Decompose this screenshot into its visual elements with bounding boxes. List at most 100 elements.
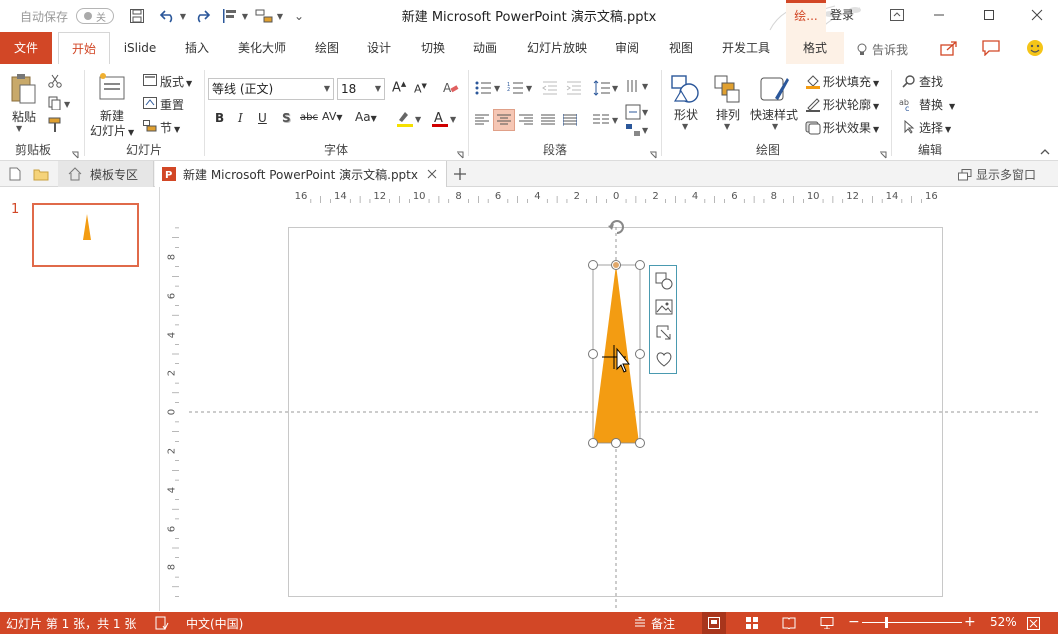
login-link[interactable]: 登录 — [830, 6, 854, 23]
comment-icon[interactable] — [982, 40, 1000, 56]
notes-button[interactable]: 备注 — [651, 615, 675, 632]
paste-label[interactable]: 粘贴 — [12, 108, 36, 125]
document-tab[interactable]: P 新建 Microsoft PowerPoint 演示文稿.pptx — [155, 161, 447, 188]
minimize-icon[interactable] — [922, 0, 956, 30]
collapse-ribbon-icon[interactable] — [1038, 146, 1052, 158]
shape-effects-label[interactable]: 形状效果 ▼ — [823, 119, 879, 136]
slide-thumbnail[interactable] — [32, 203, 139, 267]
close-icon[interactable] — [1020, 0, 1054, 30]
character-spacing-icon[interactable]: AV▼ — [322, 110, 343, 123]
replace-label[interactable]: 替换 ▼ — [919, 96, 955, 113]
arrange-icon[interactable] — [712, 72, 742, 106]
tab-format[interactable]: 格式 — [786, 32, 844, 64]
font-name-combo[interactable]: 等线 (正文) ▼ — [208, 78, 334, 100]
tab-animations[interactable]: 动画 — [464, 32, 506, 64]
zoom-out-icon[interactable]: − — [848, 614, 860, 630]
shape-fill-icon[interactable] — [804, 72, 822, 90]
slide-editing-area[interactable]: 16 14 12 10 8 6 4 2 0 2 4 6 8 10 12 14 16 864202468 — [161, 187, 1058, 611]
align-right-icon[interactable] — [516, 110, 536, 130]
tab-slideshow[interactable]: 幻灯片放映 — [518, 32, 596, 64]
shapes-dropdown-icon[interactable]: ▼ — [682, 122, 688, 131]
align-text-icon[interactable]: ▼ — [624, 102, 654, 122]
font-size-combo[interactable]: 18 ▼ — [337, 78, 385, 100]
justify-icon[interactable] — [538, 110, 558, 130]
distributed-icon[interactable] — [560, 110, 580, 130]
tab-transitions[interactable]: 切换 — [412, 32, 454, 64]
highlight-icon[interactable]: ▼ — [395, 108, 425, 130]
tab-view[interactable]: 视图 — [660, 32, 702, 64]
shape-outline-label[interactable]: 形状轮廓 ▼ — [823, 96, 879, 113]
copy-icon[interactable]: ▼ — [46, 94, 74, 112]
increase-font-icon[interactable]: A▲ — [392, 80, 406, 95]
numbering-icon[interactable]: 1 2 ▼ — [506, 78, 536, 98]
line-spacing-icon[interactable]: ▼ — [592, 78, 622, 98]
shape-outline-icon[interactable] — [804, 95, 822, 113]
slide-sorter-icon[interactable] — [746, 617, 758, 629]
show-multi-window-button[interactable]: 显示多窗口 — [958, 166, 1036, 183]
reading-view-icon[interactable] — [782, 617, 796, 629]
heart-icon[interactable] — [654, 349, 674, 369]
quick-styles-dropdown-icon[interactable]: ▼ — [772, 122, 778, 131]
fit-slide-icon[interactable] — [1027, 617, 1040, 630]
format-painter-icon[interactable] — [46, 116, 64, 134]
shape-effects-icon[interactable] — [804, 118, 822, 136]
tell-me-box[interactable]: 告诉我 — [856, 41, 908, 58]
change-case-icon[interactable]: Aa▼ — [355, 110, 377, 124]
clear-formatting-icon[interactable]: A — [442, 78, 460, 98]
section-icon[interactable] — [142, 118, 158, 134]
quick-styles-label[interactable]: 快速样式 — [750, 106, 798, 123]
bullets-icon[interactable]: ▼ — [474, 78, 504, 98]
paste-dropdown-icon[interactable]: ▼ — [16, 124, 22, 133]
normal-view-button[interactable] — [702, 612, 726, 634]
reset-icon[interactable] — [142, 95, 158, 111]
shapes-label[interactable]: 形状 — [674, 106, 698, 123]
tab-review[interactable]: 审阅 — [606, 32, 648, 64]
strikethrough-icon[interactable]: abc — [300, 112, 318, 123]
reset-label[interactable]: 重置 — [160, 96, 184, 113]
zoom-level[interactable]: 52% — [990, 615, 1017, 629]
drawing-launcher-icon[interactable] — [878, 150, 888, 160]
select-icon[interactable] — [900, 118, 918, 136]
close-tab-icon[interactable] — [427, 169, 437, 179]
cut-icon[interactable] — [46, 72, 64, 90]
find-label[interactable]: 查找 — [919, 73, 943, 90]
zoom-in-icon[interactable]: + — [964, 614, 976, 630]
text-direction-icon[interactable]: ▼ — [624, 76, 654, 96]
new-slide-icon[interactable] — [96, 70, 128, 104]
tab-beautify[interactable]: 美化大师 — [230, 32, 294, 64]
resize-icon[interactable] — [654, 323, 674, 343]
language-indicator[interactable]: 中文(中国) — [186, 615, 243, 632]
tab-insert[interactable]: 插入 — [176, 32, 218, 64]
add-tab-icon[interactable] — [452, 165, 468, 183]
shape-style-icon[interactable] — [654, 271, 674, 291]
clipboard-launcher-icon[interactable] — [70, 150, 80, 160]
new-slide-label-2[interactable]: 幻灯片 ▼ — [90, 122, 134, 139]
replace-icon[interactable]: ab c — [898, 95, 918, 113]
spell-check-icon[interactable] — [155, 616, 169, 630]
tab-islide[interactable]: iSlide — [116, 32, 164, 64]
quick-styles-icon[interactable] — [758, 72, 792, 106]
decrease-font-icon[interactable]: A▼ — [414, 82, 427, 96]
columns-icon[interactable]: ▼ — [592, 110, 622, 130]
italic-icon[interactable]: I — [238, 111, 243, 125]
find-icon[interactable] — [900, 72, 918, 90]
bold-icon[interactable]: B — [215, 111, 224, 125]
tab-design[interactable]: 设计 — [358, 32, 400, 64]
open-folder-icon[interactable] — [32, 165, 50, 183]
font-launcher-icon[interactable] — [455, 150, 465, 160]
underline-icon[interactable]: U — [258, 111, 267, 125]
tab-file[interactable]: 文件 — [0, 32, 52, 64]
tab-home[interactable]: 开始 — [58, 32, 110, 65]
template-zone-tab[interactable]: 模板专区 — [58, 161, 154, 187]
new-document-icon[interactable] — [6, 165, 24, 183]
align-center-icon[interactable] — [493, 109, 515, 131]
maximize-icon[interactable] — [972, 0, 1006, 30]
shape-fill-label[interactable]: 形状填充 ▼ — [823, 73, 879, 90]
ribbon-display-options-icon[interactable] — [880, 0, 914, 30]
slideshow-view-icon[interactable] — [820, 617, 834, 629]
tab-draw[interactable]: 绘图 — [306, 32, 348, 64]
arrange-label[interactable]: 排列 — [716, 106, 740, 123]
zoom-slider-thumb[interactable] — [885, 617, 888, 628]
paragraph-launcher-icon[interactable] — [648, 150, 658, 160]
font-color-icon[interactable]: A ▼ — [430, 108, 460, 130]
